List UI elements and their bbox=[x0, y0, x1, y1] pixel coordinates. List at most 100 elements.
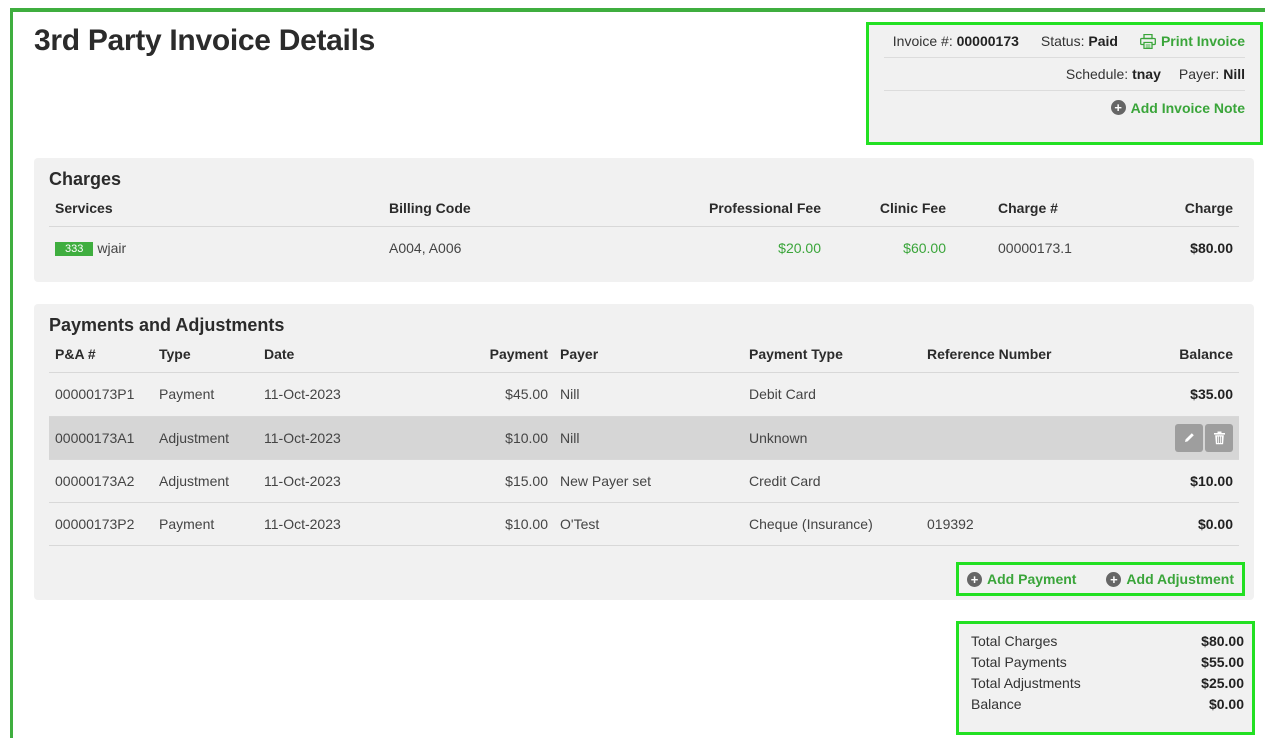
invoice-number: 00000173 bbox=[956, 33, 1019, 49]
col-payer: Payer bbox=[560, 345, 599, 362]
pa-reference bbox=[921, 459, 1091, 502]
col-charge: Charge bbox=[1184, 199, 1233, 216]
charge-professional-fee: $20.00 bbox=[778, 239, 821, 256]
col-pa-num: P&A # bbox=[55, 345, 96, 362]
add-adjustment-label: Add Adjustment bbox=[1126, 571, 1234, 587]
pa-number: 00000173P2 bbox=[55, 515, 135, 532]
pa-reference bbox=[921, 416, 1091, 459]
pa-balance: $35.00 bbox=[1190, 386, 1233, 402]
col-charge-num: Charge # bbox=[998, 199, 1058, 216]
pa-payment-type: Cheque (Insurance) bbox=[749, 515, 873, 532]
trash-icon bbox=[1213, 431, 1225, 444]
payments-title: Payments and Adjustments bbox=[49, 315, 285, 335]
payer-label: Payer: bbox=[1178, 66, 1220, 82]
status-value: Paid bbox=[1088, 33, 1118, 49]
charge-row[interactable]: 333 wjair A004, A006 $20.00 $60.00 000001… bbox=[49, 226, 1239, 269]
pa-type: Payment bbox=[159, 515, 215, 532]
pa-payment: $15.00 bbox=[505, 472, 548, 489]
total-charges-value: $80.00 bbox=[1201, 633, 1244, 649]
invoice-info-box: Invoice #: 00000173 Status: Paid Print I… bbox=[866, 22, 1263, 145]
charges-table: Services Billing Code Professional Fee C… bbox=[49, 190, 1239, 269]
invoice-info-row-2: Schedule: tnay Payer: Nill bbox=[884, 58, 1245, 91]
balance-value: $0.00 bbox=[1208, 696, 1244, 712]
schedule-label: Schedule: bbox=[1065, 66, 1129, 82]
total-adjustments-row: Total Adjustments $25.00 bbox=[971, 675, 1244, 696]
pa-payer: New Payer set bbox=[560, 472, 652, 489]
totals-box: Total Charges $80.00 Total Payments $55.… bbox=[956, 621, 1255, 735]
add-payment-label: Add Payment bbox=[987, 571, 1077, 587]
add-invoice-note-label: Add Invoice Note bbox=[1130, 99, 1245, 116]
total-adjustments-value: $25.00 bbox=[1201, 675, 1244, 691]
pa-payer: Nill bbox=[560, 429, 580, 446]
add-actions-box: + Add Payment + Add Adjustment bbox=[956, 562, 1245, 596]
col-date: Date bbox=[264, 345, 295, 362]
col-services: Services bbox=[55, 199, 113, 216]
invoice-info-row-1: Invoice #: 00000173 Status: Paid Print I… bbox=[884, 25, 1245, 58]
table-row[interactable]: 00000173P2 Payment 11-Oct-2023 $10.00 O'… bbox=[49, 502, 1239, 545]
pa-actions-cell bbox=[1091, 416, 1239, 459]
col-type: Type bbox=[159, 345, 191, 362]
pa-number: 00000173A2 bbox=[55, 472, 135, 489]
pa-date: 11-Oct-2023 bbox=[264, 515, 341, 532]
total-payments-value: $55.00 bbox=[1201, 654, 1244, 670]
col-payment-type: Payment Type bbox=[749, 345, 843, 362]
pa-payment: $10.00 bbox=[505, 515, 548, 532]
print-invoice-label: Print Invoice bbox=[1160, 33, 1245, 49]
status-label: Status: bbox=[1040, 33, 1085, 49]
pa-date: 11-Oct-2023 bbox=[264, 386, 341, 402]
add-adjustment-button[interactable]: + Add Adjustment bbox=[1106, 571, 1234, 587]
charges-header-row: Services Billing Code Professional Fee C… bbox=[49, 190, 1239, 226]
payments-table: P&A # Type Date Payment Payer Payment Ty… bbox=[49, 336, 1239, 546]
pa-type: Adjustment bbox=[159, 472, 230, 489]
charge-billing-code: A004, A006 bbox=[389, 239, 462, 256]
total-adjustments-label: Total Adjustments bbox=[971, 675, 1081, 691]
charges-title: Charges bbox=[49, 169, 122, 189]
table-row[interactable]: 00000173A1 Adjustment 11-Oct-2023 $10.00… bbox=[49, 416, 1239, 459]
table-row[interactable]: 00000173A2 Adjustment 11-Oct-2023 $15.00… bbox=[49, 459, 1239, 502]
col-balance: Balance bbox=[1179, 345, 1233, 362]
pa-payment-type: Credit Card bbox=[749, 472, 821, 489]
pa-type: Payment bbox=[159, 386, 215, 402]
edit-button[interactable] bbox=[1175, 423, 1203, 452]
pa-date: 11-Oct-2023 bbox=[264, 429, 341, 446]
pa-date: 11-Oct-2023 bbox=[264, 472, 341, 489]
pa-payer: Nill bbox=[560, 386, 580, 402]
print-invoice-link[interactable]: Print Invoice bbox=[1140, 33, 1245, 49]
payments-header-row: P&A # Type Date Payment Payer Payment Ty… bbox=[49, 336, 1239, 372]
service-code-tag: 333 bbox=[55, 241, 94, 256]
pa-payment: $10.00 bbox=[505, 429, 548, 446]
pa-number: 00000173A1 bbox=[55, 429, 135, 446]
table-row[interactable]: 00000173P1 Payment 11-Oct-2023 $45.00 Ni… bbox=[49, 372, 1239, 416]
add-payment-button[interactable]: + Add Payment bbox=[967, 571, 1076, 587]
plus-circle-icon: + bbox=[1106, 571, 1122, 587]
plus-circle-icon: + bbox=[967, 571, 982, 587]
col-billing-code: Billing Code bbox=[389, 199, 471, 216]
total-payments-label: Total Payments bbox=[971, 654, 1067, 670]
pa-balance: $0.00 bbox=[1197, 515, 1233, 532]
col-payment: Payment bbox=[489, 345, 548, 362]
total-charges-label: Total Charges bbox=[971, 633, 1058, 649]
invoice-info-row-3: + Add Invoice Note bbox=[884, 91, 1245, 124]
charge-service-cell: 333 wjair bbox=[49, 226, 383, 269]
service-name: wjair bbox=[97, 239, 127, 256]
pa-payer: O'Test bbox=[560, 515, 600, 532]
col-reference: Reference Number bbox=[927, 345, 1052, 362]
charge-clinic-fee: $60.00 bbox=[903, 239, 946, 256]
pa-type: Adjustment bbox=[159, 429, 230, 446]
payer-value: Nill bbox=[1223, 66, 1245, 82]
plus-circle-icon: + bbox=[1110, 100, 1126, 115]
col-professional-fee: Professional Fee bbox=[708, 199, 821, 216]
total-payments-row: Total Payments $55.00 bbox=[971, 654, 1244, 675]
schedule-value: tnay bbox=[1132, 66, 1161, 82]
pa-payment: $45.00 bbox=[505, 386, 548, 402]
charges-panel: Charges Services Billing Code Profession… bbox=[34, 158, 1254, 282]
pa-balance: $10.00 bbox=[1190, 472, 1233, 489]
pa-payment-type: Unknown bbox=[749, 429, 808, 446]
row-actions bbox=[1175, 423, 1233, 452]
page-title: 3rd Party Invoice Details bbox=[34, 24, 375, 57]
total-charges-row: Total Charges $80.00 bbox=[971, 633, 1244, 654]
delete-button[interactable] bbox=[1205, 423, 1233, 452]
add-invoice-note-link[interactable]: + Add Invoice Note bbox=[1110, 99, 1245, 116]
payments-panel: Payments and Adjustments P&A # Type Date… bbox=[34, 304, 1254, 600]
pa-reference: 019392 bbox=[927, 515, 974, 532]
